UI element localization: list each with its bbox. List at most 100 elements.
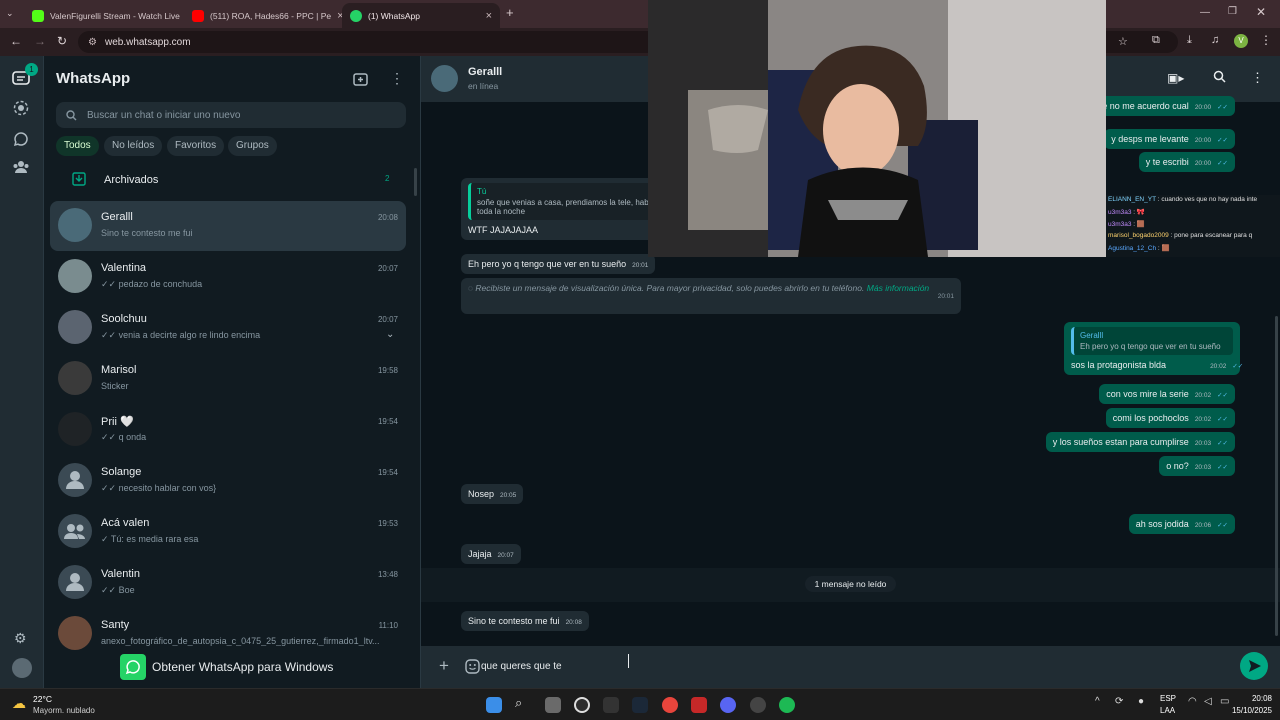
message-text: sos la protagonista blda — [1071, 360, 1167, 370]
send-button[interactable] — [1240, 652, 1268, 680]
epic-games-icon[interactable] — [603, 697, 619, 713]
site-info-icon[interactable]: ⚙ — [88, 37, 97, 48]
media-control-icon[interactable]: ♫ — [1211, 34, 1219, 46]
reload-icon[interactable]: ↻ — [57, 34, 67, 48]
chat-row-valentin[interactable]: Valentin 13:48 ✓✓ Boe — [50, 558, 406, 608]
message-in[interactable]: Jajaja 20:07 — [461, 544, 521, 564]
message-out[interactable]: o no? 20:03 ✓✓ — [1159, 456, 1235, 476]
wifi-icon[interactable]: ◠ — [1188, 696, 1197, 707]
attach-plus-icon[interactable]: + — [439, 656, 449, 676]
communities-icon[interactable] — [12, 160, 30, 174]
emoji-sticker-icon[interactable] — [465, 659, 480, 674]
microphone-icon[interactable]: ● — [1138, 696, 1144, 707]
task-view-icon[interactable] — [545, 697, 561, 713]
tab-whatsapp[interactable]: (1) WhatsApp × — [342, 3, 500, 28]
chat-menu-icon[interactable]: ⋮ — [1251, 70, 1264, 86]
menu-icon[interactable]: ⋮ — [390, 70, 404, 87]
message-text: comi los pochoclos — [1112, 413, 1189, 423]
weather-icon[interactable]: ☁ — [12, 695, 26, 712]
archived-row[interactable]: Archivados 2 — [44, 166, 414, 194]
chat-row-soolchuu[interactable]: Soolchuu 20:07 ✓✓ venia a decirte algo r… — [50, 303, 406, 353]
tab-stream[interactable]: ValenFigurelli Stream - Watch Live × — [24, 3, 182, 28]
message-out[interactable]: y los sueños estan para cumplirse 20:03 ✓✓ — [1045, 432, 1235, 452]
chat-time: 20:07 — [377, 315, 398, 324]
settings-gear-icon[interactable]: ⚙ — [14, 630, 27, 647]
tray-chevron-up-icon[interactable]: ^ — [1095, 696, 1100, 707]
volume-icon[interactable]: ◁ — [1204, 696, 1212, 707]
conversation-scrollbar[interactable] — [1275, 316, 1278, 636]
back-icon[interactable]: ← — [10, 34, 22, 48]
message-in[interactable]: Eh pero yo q tengo que ver en tu sueño 20… — [461, 254, 656, 274]
chat-row-prii[interactable]: Prii 🤍 19:54 ✓✓ q onda — [50, 405, 406, 455]
message-out[interactable]: ah sos jodida 20:06 ✓✓ — [1128, 514, 1235, 534]
stream-chat-text: 🎀 — [1136, 209, 1146, 216]
discord-icon[interactable] — [720, 697, 736, 713]
taskbar-search-icon[interactable]: ⌕ — [515, 695, 522, 711]
message-out[interactable]: comi los pochoclos 20:02 ✓✓ — [1105, 408, 1235, 428]
view-once-notice[interactable]: ◌ Recibiste un mensaje de visualización … — [461, 278, 961, 314]
message-time: 20:08 — [565, 619, 582, 626]
get-windows-app-link[interactable]: Obtener WhatsApp para Windows — [120, 654, 333, 680]
language-code[interactable]: ESP — [1160, 694, 1176, 703]
window-close-icon[interactable]: ✕ — [1256, 5, 1266, 19]
message-out[interactable]: y desps me levante 20:00 ✓✓ — [1104, 129, 1235, 149]
spotify-icon[interactable] — [779, 697, 795, 713]
new-chat-icon[interactable] — [353, 72, 368, 86]
tray-app-icon[interactable]: ⟳ — [1115, 696, 1123, 707]
message-out-reply[interactable]: Geralll Eh pero yo q tengo que ver en tu… — [1064, 322, 1243, 375]
message-in[interactable]: Sino te contesto me fui 20:08 — [461, 611, 589, 631]
contact-avatar[interactable] — [431, 65, 458, 92]
stream-chat-user: u3m3a3 — [1108, 221, 1132, 228]
archived-count: 2 — [385, 174, 390, 183]
downloads-icon[interactable]: ⤓ — [1187, 34, 1192, 47]
obs-icon[interactable] — [574, 697, 590, 713]
app-icon[interactable] — [750, 697, 766, 713]
tab-search-icon[interactable]: ⌄ — [6, 8, 14, 19]
status-icon[interactable] — [13, 100, 29, 116]
message-in[interactable]: Nosep 20:05 — [461, 484, 524, 504]
default-avatar-icon — [58, 565, 92, 599]
chat-row-marisol[interactable]: Marisol 19:58 Sticker — [50, 354, 406, 404]
app-icon[interactable] — [691, 697, 707, 713]
video-call-icon[interactable]: ▣▸ — [1167, 71, 1184, 85]
filter-no-leidos[interactable]: No leídos — [104, 136, 163, 156]
message-input[interactable]: que queres que te — [481, 652, 1231, 682]
quoted-message[interactable]: Geralll Eh pero yo q tengo que ver en tu… — [1071, 327, 1233, 355]
chrome-icon[interactable] — [662, 697, 678, 713]
search-input[interactable]: Buscar un chat o iniciar uno nuevo — [56, 102, 406, 128]
browser-menu-icon[interactable]: ⋮ — [1260, 33, 1272, 47]
chevron-down-icon[interactable]: ⌄ — [386, 329, 394, 340]
steam-icon[interactable] — [632, 697, 648, 713]
start-windows-icon[interactable] — [486, 697, 502, 713]
chat-row-valentina[interactable]: Valentina 20:07 ✓✓ pedazo de conchuda — [50, 252, 406, 302]
forward-icon[interactable]: → — [34, 34, 46, 48]
clock-time[interactable]: 20:08 — [1238, 694, 1272, 703]
more-info-link[interactable]: Más información — [867, 283, 929, 293]
maximize-icon[interactable]: ❐ — [1228, 6, 1237, 17]
chat-time: 19:54 — [377, 417, 398, 426]
tab-youtube[interactable]: (511) ROA, Hades66 - PPC | Pe × — [184, 3, 342, 28]
message-time: 20:00 — [1194, 137, 1212, 144]
chat-row-solange[interactable]: Solange 19:54 ✓✓ necesito hablar con vos… — [50, 456, 406, 506]
filter-todos[interactable]: Todos — [56, 136, 99, 156]
channels-icon[interactable] — [13, 131, 29, 147]
chat-row-geralll[interactable]: Geralll 20:08 Sino te contesto me fui — [50, 201, 406, 251]
text-cursor — [628, 654, 629, 668]
chat-row-aca-valen[interactable]: Acá valen 19:53 ✓ Tú: es media rara esa — [50, 507, 406, 557]
keyboard-layout[interactable]: LAA — [1160, 706, 1175, 715]
chat-row-santy[interactable]: Santy 11:10 anexo_fotográfico_de_autopsi… — [50, 609, 406, 659]
close-tab-icon[interactable]: × — [486, 10, 492, 22]
new-tab-button[interactable]: + — [506, 5, 514, 20]
message-out[interactable]: con vos mire la serie 20:02 ✓✓ — [1099, 384, 1235, 404]
filter-grupos[interactable]: Grupos — [228, 136, 277, 156]
filter-favoritos[interactable]: Favoritos — [167, 136, 225, 156]
my-profile-avatar[interactable] — [12, 658, 32, 678]
chat-list-scrollbar[interactable] — [414, 168, 417, 196]
message-out[interactable]: y te escribi 20:00 ✓✓ — [1138, 152, 1235, 172]
profile-avatar[interactable]: V — [1234, 34, 1248, 48]
extensions-icon[interactable]: ⧉ — [1152, 34, 1160, 47]
search-chat-icon[interactable] — [1213, 70, 1226, 83]
minimize-icon[interactable]: — — [1200, 7, 1210, 18]
bookmark-star-icon[interactable]: ☆ — [1118, 35, 1128, 48]
clock-date[interactable]: 15/10/2025 — [1226, 706, 1272, 715]
